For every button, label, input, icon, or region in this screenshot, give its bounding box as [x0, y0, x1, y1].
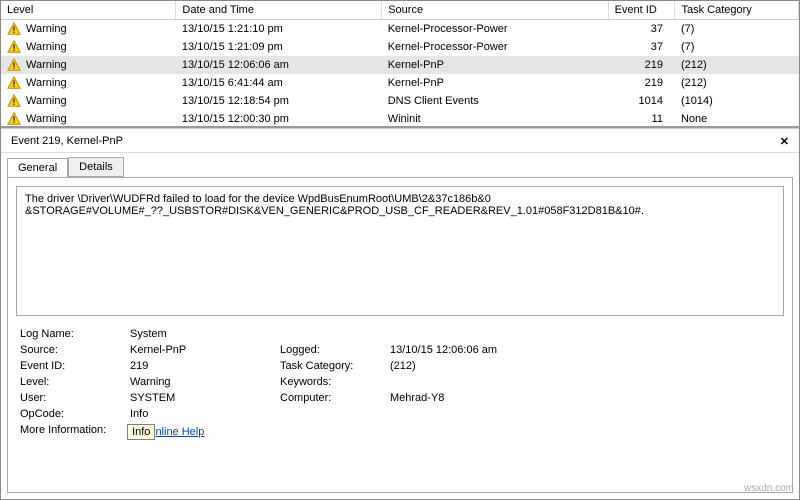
cell-eventid: 37: [608, 20, 675, 39]
cell-date: 13/10/15 1:21:09 pm: [176, 38, 382, 56]
detail-title: Event 219, Kernel-PnP: [11, 135, 123, 148]
warning-icon: [7, 23, 23, 35]
table-row[interactable]: Warning13/10/15 12:00:30 pmWininit11None: [1, 110, 799, 128]
cell-task: (1014): [675, 92, 799, 110]
table-header-row: Level Date and Time Source Event ID Task…: [1, 1, 799, 20]
cell-date: 13/10/15 1:21:10 pm: [176, 20, 382, 39]
label-logname: Log Name:: [20, 328, 130, 340]
cell-source: Kernel-PnP: [382, 56, 608, 74]
cell-task: (212): [675, 74, 799, 92]
cell-eventid: 219: [608, 56, 675, 74]
label-computer: Computer:: [280, 392, 390, 404]
cell-level: Warning: [1, 74, 176, 92]
warning-icon: [7, 95, 23, 107]
label-keywords: Keywords:: [280, 376, 390, 388]
watermark: wsxdn.com: [744, 483, 794, 494]
cell-date: 13/10/15 6:41:44 am: [176, 74, 382, 92]
value-source: Kernel-PnP: [130, 344, 280, 356]
cell-source: DNS Client Events: [382, 92, 608, 110]
value-computer: Mehrad-Y8: [390, 392, 590, 404]
cell-level: Warning: [1, 20, 176, 39]
label-source: Source:: [20, 344, 130, 356]
event-list-panel: Level Date and Time Source Event ID Task…: [1, 1, 799, 128]
event-table: Level Date and Time Source Event ID Task…: [1, 1, 799, 128]
cell-task: (7): [675, 20, 799, 39]
cell-task: (7): [675, 38, 799, 56]
cell-task: (212): [675, 56, 799, 74]
table-row[interactable]: Warning13/10/15 1:21:09 pmKernel-Process…: [1, 38, 799, 56]
table-row[interactable]: Warning13/10/15 12:06:06 amKernel-PnP219…: [1, 56, 799, 74]
table-row[interactable]: Warning13/10/15 12:18:54 pmDNS Client Ev…: [1, 92, 799, 110]
cell-eventid: 37: [608, 38, 675, 56]
cell-eventid: 219: [608, 74, 675, 92]
warning-icon: [7, 113, 23, 125]
label-opcode: OpCode:: [20, 408, 130, 420]
value-keywords: [390, 376, 590, 388]
cell-date: 13/10/15 12:00:30 pm: [176, 110, 382, 128]
value-logname: System: [130, 328, 280, 340]
warning-icon: [7, 77, 23, 89]
tab-details[interactable]: Details: [68, 157, 124, 177]
label-taskcat: Task Category:: [280, 360, 390, 372]
cell-eventid: 11: [608, 110, 675, 128]
properties-grid: Log Name: System Source: Kernel-PnP Logg…: [16, 326, 784, 442]
cell-source: Kernel-Processor-Power: [382, 20, 608, 39]
warning-icon: [7, 59, 23, 71]
cell-source: Wininit: [382, 110, 608, 128]
label-moreinfo: More Information:: [20, 424, 130, 440]
cell-level: Warning: [1, 56, 176, 74]
col-header-level[interactable]: Level: [1, 1, 176, 20]
cell-task: None: [675, 110, 799, 128]
value-logged: 13/10/15 12:06:06 am: [390, 344, 590, 356]
cell-level: Warning: [1, 38, 176, 56]
col-header-eventid[interactable]: Event ID: [608, 1, 675, 20]
event-message-box[interactable]: The driver \Driver\WUDFRd failed to load…: [16, 186, 784, 316]
cell-level: Warning: [1, 110, 176, 128]
close-icon[interactable]: ✕: [780, 135, 789, 148]
value-user: SYSTEM: [130, 392, 280, 404]
label-user: User:: [20, 392, 130, 404]
label-logged: Logged:: [280, 344, 390, 356]
cell-date: 13/10/15 12:18:54 pm: [176, 92, 382, 110]
label-level: Level:: [20, 376, 130, 388]
value-eventid: 219: [130, 360, 280, 372]
tooltip: Info: [127, 424, 155, 440]
message-line: &STORAGE#VOLUME#_??_USBSTOR#DISK&VEN_GEN…: [25, 205, 775, 217]
label-eventid: Event ID:: [20, 360, 130, 372]
col-header-task[interactable]: Task Category: [675, 1, 799, 20]
value-opcode: Info: [130, 408, 280, 420]
tabs: GeneralDetails: [1, 153, 799, 177]
cell-eventid: 1014: [608, 92, 675, 110]
tab-content: The driver \Driver\WUDFRd failed to load…: [7, 177, 793, 493]
tab-general[interactable]: General: [7, 158, 68, 177]
value-level: Warning: [130, 376, 280, 388]
col-header-date[interactable]: Date and Time: [176, 1, 382, 20]
col-header-source[interactable]: Source: [382, 1, 608, 20]
value-taskcat: (212): [390, 360, 590, 372]
warning-icon: [7, 41, 23, 53]
cell-source: Kernel-Processor-Power: [382, 38, 608, 56]
detail-panel: Event 219, Kernel-PnP ✕ GeneralDetails T…: [1, 128, 799, 499]
table-row[interactable]: Warning13/10/15 1:21:10 pmKernel-Process…: [1, 20, 799, 39]
message-line: The driver \Driver\WUDFRd failed to load…: [25, 193, 775, 205]
cell-date: 13/10/15 12:06:06 am: [176, 56, 382, 74]
table-row[interactable]: Warning13/10/15 6:41:44 amKernel-PnP219(…: [1, 74, 799, 92]
cell-level: Warning: [1, 92, 176, 110]
detail-header: Event 219, Kernel-PnP ✕: [1, 129, 799, 153]
cell-source: Kernel-PnP: [382, 74, 608, 92]
event-log-help-link-tail[interactable]: nline Help: [155, 426, 204, 438]
